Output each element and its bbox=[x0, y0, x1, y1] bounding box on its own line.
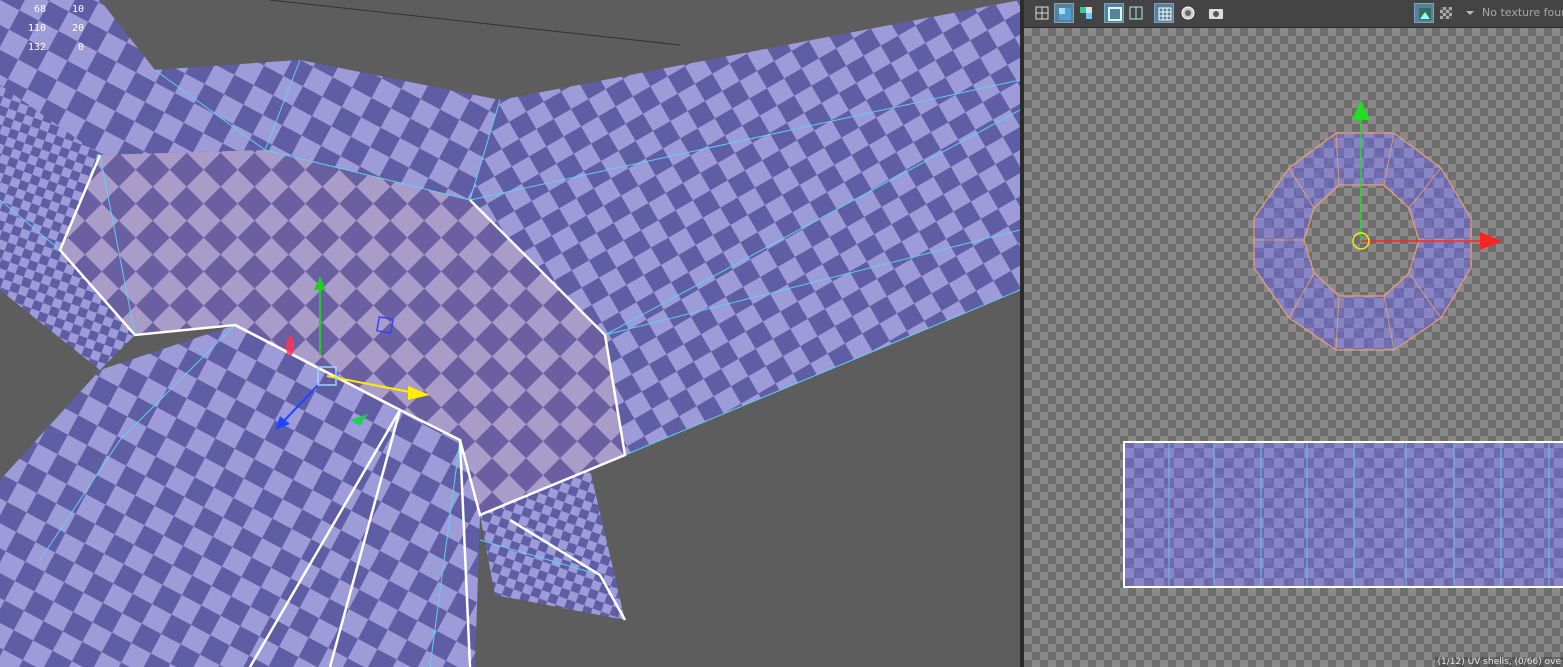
image-dim-icon[interactable] bbox=[1178, 3, 1198, 23]
texture-status-label: No texture found bbox=[1482, 6, 1563, 19]
uv-toolbar: No texture found bbox=[1024, 0, 1563, 28]
grid-icon[interactable] bbox=[1032, 3, 1052, 23]
distortion-icon[interactable] bbox=[1076, 3, 1096, 23]
snapshot-icon[interactable] bbox=[1206, 3, 1226, 23]
shell-border-icon[interactable] bbox=[1126, 3, 1146, 23]
texture-border-icon[interactable] bbox=[1104, 3, 1124, 23]
uv-shell-strip[interactable] bbox=[1123, 441, 1563, 588]
viewport-scene[interactable] bbox=[0, 0, 1020, 667]
image-display-icon[interactable] bbox=[1414, 3, 1434, 23]
uv-shell-status: (1/12) UV shells, (0/66) ove bbox=[1435, 657, 1563, 667]
dropdown-arrow-icon[interactable] bbox=[1460, 3, 1480, 23]
grid-snap-icon[interactable] bbox=[1154, 3, 1174, 23]
uv-editor-panel: No texture found bbox=[1024, 0, 1563, 667]
checker-icon[interactable] bbox=[1436, 3, 1456, 23]
maya-app: 68 10 110 20 132 0 No texture fou (1/12)… bbox=[0, 0, 1563, 667]
poly-count-hud: 68 10 110 20 132 0 bbox=[27, 4, 84, 53]
3d-viewport[interactable]: 68 10 110 20 132 0 bbox=[0, 0, 1020, 667]
uv-shading-icon[interactable] bbox=[1054, 3, 1074, 23]
uv-layout[interactable] bbox=[1024, 28, 1563, 667]
uv-canvas[interactable]: (1/12) UV shells, (0/66) ove bbox=[1024, 28, 1563, 667]
